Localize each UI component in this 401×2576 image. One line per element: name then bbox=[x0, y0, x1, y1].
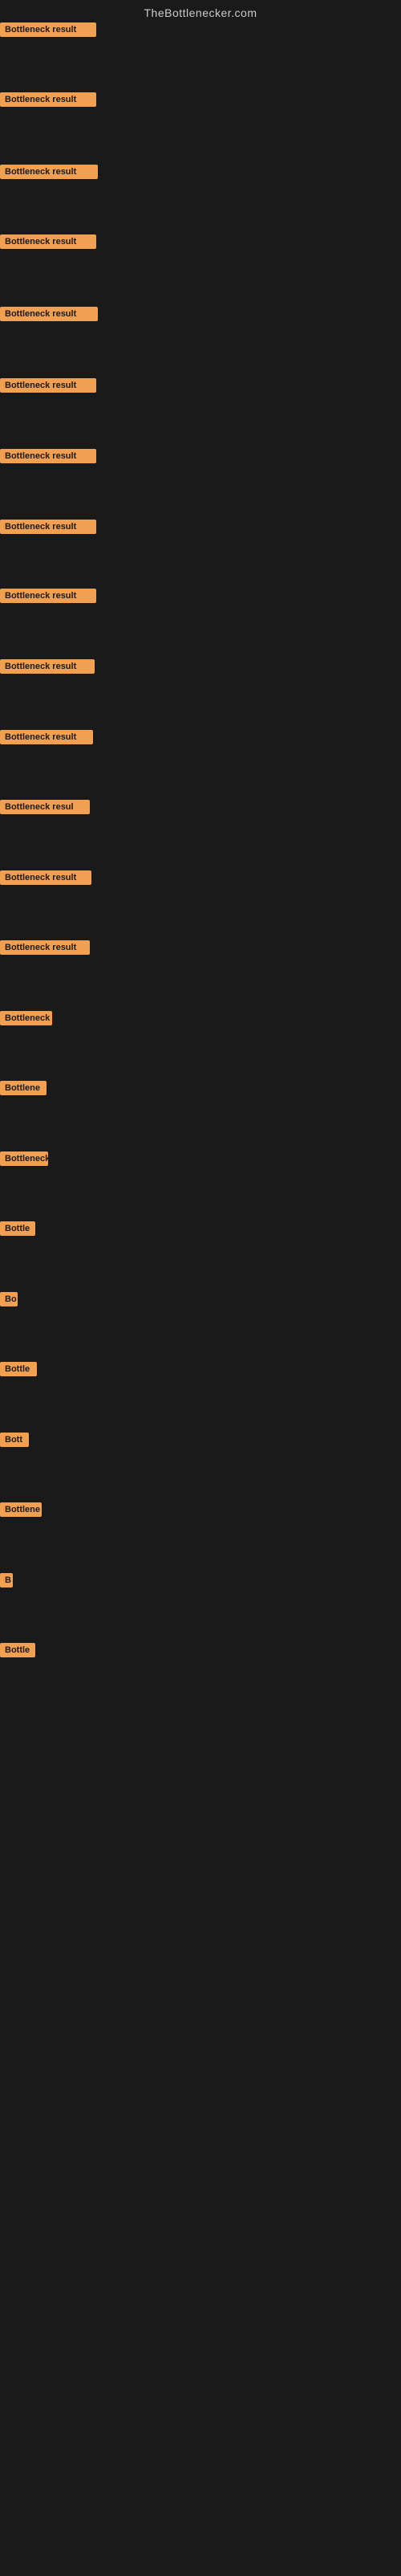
bottleneck-badge-2[interactable]: Bottleneck result bbox=[0, 92, 96, 111]
bottleneck-badge-22[interactable]: Bottlene bbox=[0, 1502, 42, 1521]
badges-container: Bottleneck result Bottleneck result Bottle… bbox=[0, 22, 401, 2576]
bottleneck-badge-23[interactable]: B bbox=[0, 1573, 13, 1592]
bottleneck-badge-6[interactable]: Bottleneck result bbox=[0, 378, 96, 397]
bottleneck-badge-11[interactable]: Bottleneck result bbox=[0, 730, 93, 748]
bottleneck-badge-13[interactable]: Bottleneck result bbox=[0, 870, 91, 889]
site-title: TheBottlenecker.com bbox=[0, 0, 401, 22]
bottleneck-badge-20[interactable]: Bottle bbox=[0, 1362, 37, 1380]
bottleneck-badge-24[interactable]: Bottle bbox=[0, 1643, 35, 1661]
bottleneck-badge-7[interactable]: Bottleneck result bbox=[0, 449, 96, 467]
bottleneck-badge-15[interactable]: Bottleneck r bbox=[0, 1011, 52, 1029]
bottleneck-badge-9[interactable]: Bottleneck result bbox=[0, 589, 96, 607]
bottleneck-badge-14[interactable]: Bottleneck result bbox=[0, 940, 90, 959]
bottleneck-badge-4[interactable]: Bottleneck result bbox=[0, 234, 96, 253]
bottleneck-badge-3[interactable]: Bottleneck result bbox=[0, 165, 98, 183]
bottleneck-badge-19[interactable]: Bo bbox=[0, 1292, 18, 1310]
bottleneck-badge-21[interactable]: Bott bbox=[0, 1433, 29, 1451]
bottleneck-badge-10[interactable]: Bottleneck result bbox=[0, 659, 95, 678]
bottleneck-badge-17[interactable]: Bottleneck bbox=[0, 1151, 48, 1170]
bottleneck-badge-18[interactable]: Bottle bbox=[0, 1221, 35, 1240]
bottleneck-badge-1[interactable]: Bottleneck result bbox=[0, 22, 96, 41]
bottleneck-badge-16[interactable]: Bottlene bbox=[0, 1081, 47, 1099]
bottleneck-badge-8[interactable]: Bottleneck result bbox=[0, 520, 96, 538]
bottleneck-badge-12[interactable]: Bottleneck resul bbox=[0, 800, 90, 818]
bottleneck-badge-5[interactable]: Bottleneck result bbox=[0, 307, 98, 325]
